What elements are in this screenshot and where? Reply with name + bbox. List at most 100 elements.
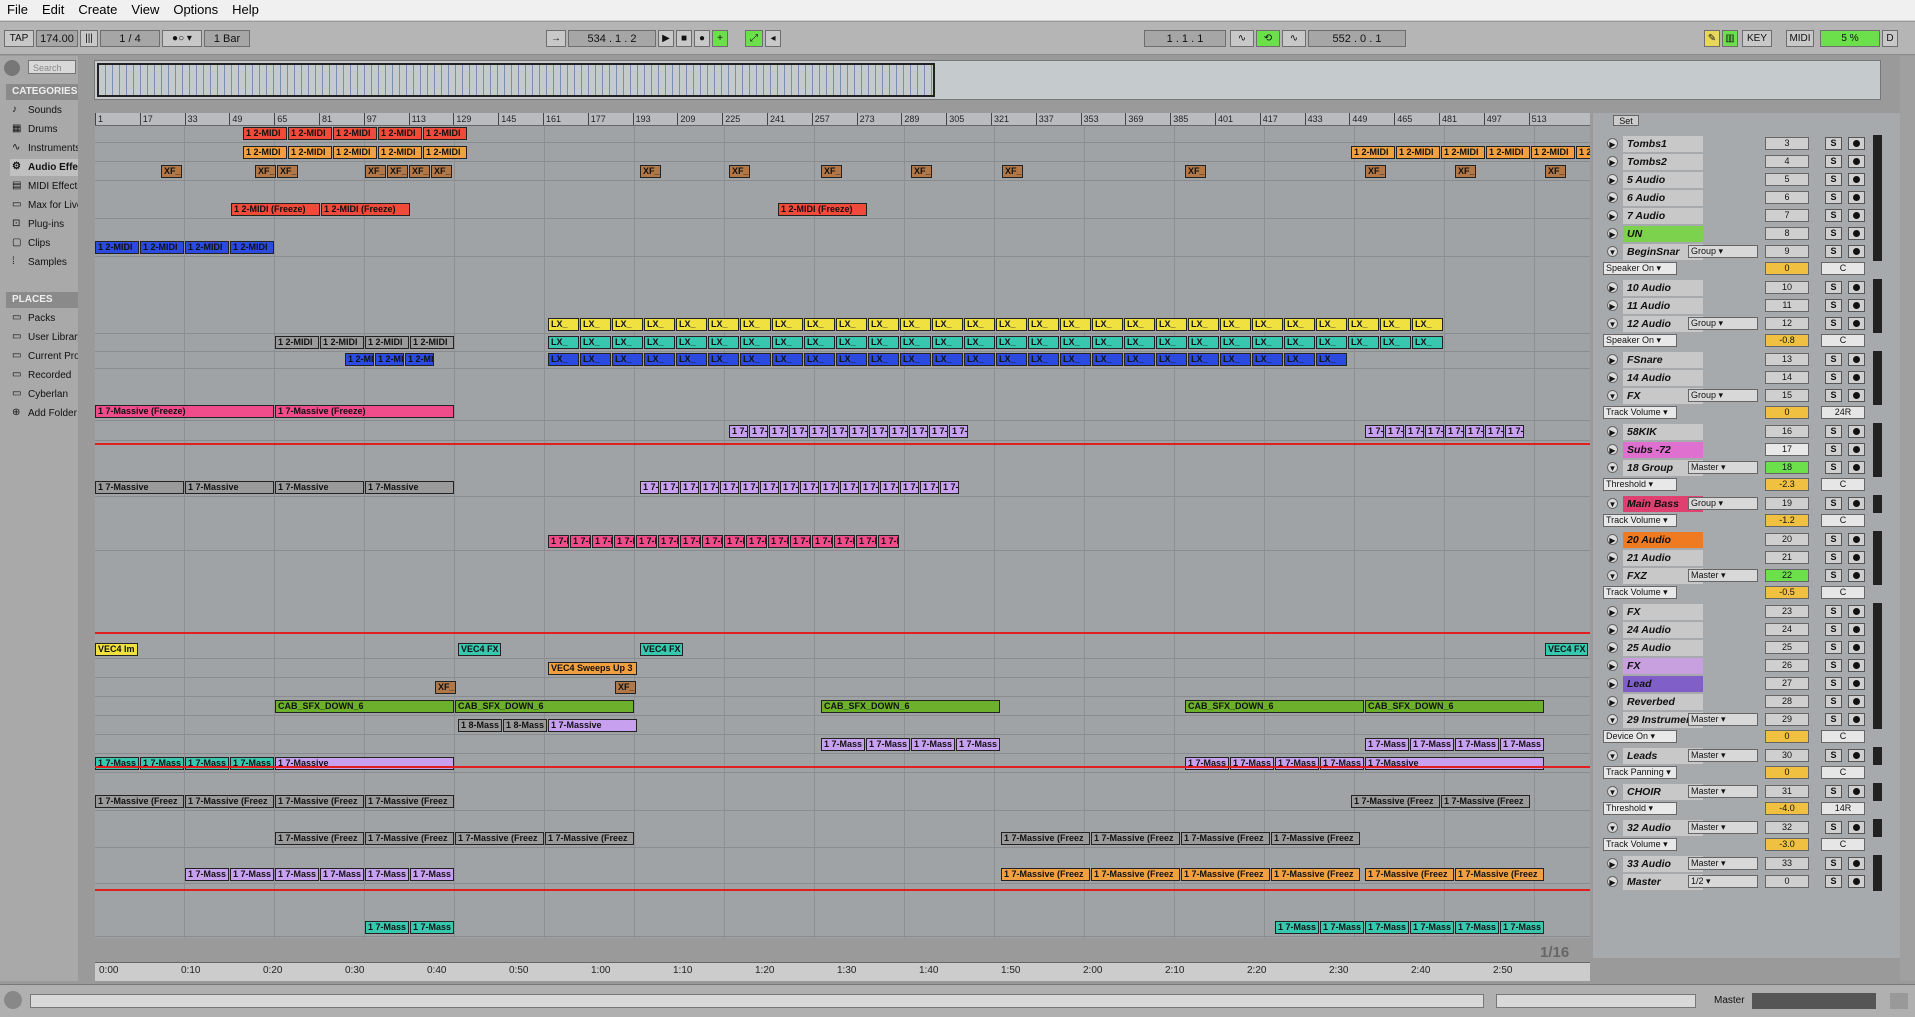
clip[interactable]: LX_: [1380, 336, 1411, 349]
clip[interactable]: LX_: [900, 318, 931, 331]
clip[interactable]: LX_: [1348, 336, 1379, 349]
arm-button[interactable]: [1848, 659, 1865, 672]
clip[interactable]: LX_: [644, 336, 675, 349]
clip[interactable]: LX_: [1156, 318, 1187, 331]
arm-button[interactable]: [1848, 389, 1865, 402]
track-activator-button[interactable]: 19: [1765, 497, 1809, 510]
track-volume-field[interactable]: 0: [1765, 406, 1809, 419]
clip[interactable]: LX_: [1060, 318, 1091, 331]
solo-button[interactable]: S: [1825, 641, 1842, 654]
output-routing-select[interactable]: Master ▾: [1688, 713, 1758, 726]
arm-button[interactable]: [1848, 245, 1865, 258]
clip[interactable]: LX_: [1188, 353, 1219, 366]
clip[interactable]: 1 7-Mass: [911, 738, 955, 751]
browser-item-drums[interactable]: ▦ Drums: [10, 121, 78, 138]
track-fold-icon[interactable]: ▶: [1607, 624, 1618, 635]
clip[interactable]: 1 2-MIDI: [405, 353, 434, 366]
clip[interactable]: 1 7-Mass: [1445, 425, 1464, 438]
arrangement-lane[interactable]: LX_ LX_ LX_ LX_ LX_ LX_ LX_ LX_ LX_ LX_ LX_ LX_ LX_ L…: [95, 316, 1590, 334]
solo-button[interactable]: S: [1825, 425, 1842, 438]
clip[interactable]: 1 7-Massive (Freez: [1271, 868, 1360, 881]
track-fold-icon[interactable]: ▶: [1607, 426, 1618, 437]
clip[interactable]: CAB_SFX_DOWN_6: [1365, 700, 1544, 713]
clip[interactable]: 1 7-Mass: [658, 535, 679, 548]
track-activator-button[interactable]: 12: [1765, 317, 1809, 330]
track-fold-icon[interactable]: ▶: [1607, 606, 1618, 617]
track-activator-button[interactable]: 27: [1765, 677, 1809, 690]
clip[interactable]: 1 7-Massive (Freez: [185, 795, 274, 808]
clip[interactable]: 1 2-MIDI: [423, 146, 467, 159]
play-button[interactable]: ▶: [658, 30, 674, 47]
output-routing-select[interactable]: Group ▾: [1688, 317, 1758, 330]
solo-button[interactable]: S: [1825, 245, 1842, 258]
clip[interactable]: LX_: [964, 336, 995, 349]
track-name[interactable]: Subs -72: [1623, 442, 1703, 458]
solo-button[interactable]: S: [1825, 371, 1842, 384]
browser-item-max-for-live[interactable]: ▭ Max for Live: [10, 197, 78, 214]
clip[interactable]: 1 7-Mass: [1275, 921, 1319, 934]
clip[interactable]: VEC4 FX: [1545, 643, 1588, 656]
browser-item-plugins[interactable]: ⊡ Plug-ins: [10, 216, 78, 233]
track-name[interactable]: 5 Audio: [1623, 172, 1703, 188]
automation-parameter-select[interactable]: Track Volume ▾: [1603, 514, 1677, 527]
clip[interactable]: 1 7-Massive: [1365, 757, 1544, 770]
track-activator-button[interactable]: 3: [1765, 137, 1809, 150]
track-activator-button[interactable]: 26: [1765, 659, 1809, 672]
arrangement-lane[interactable]: 1 7-Mass1 7-Mass1 7-Mass1 7-Mass1 7-Mass…: [95, 479, 1590, 497]
clip[interactable]: 1 7-Mass: [840, 481, 859, 494]
track-activator-button[interactable]: 23: [1765, 605, 1809, 618]
clip[interactable]: LX_: [804, 353, 835, 366]
key-map-button[interactable]: KEY: [1742, 30, 1772, 47]
clip[interactable]: XF_: [1365, 165, 1386, 178]
clip[interactable]: LX_: [1188, 318, 1219, 331]
track-fold-icon[interactable]: ▶: [1607, 858, 1618, 869]
arrangement-lane[interactable]: 1 7-Mass1 7-Mass1 7-Mass1 7-Mass1 7-Mass…: [95, 736, 1590, 754]
track-pan-field[interactable]: C: [1821, 586, 1865, 599]
follow-icon[interactable]: →: [546, 30, 566, 47]
arm-button[interactable]: [1848, 875, 1865, 888]
detail-view-toggle-icon[interactable]: [1890, 993, 1908, 1009]
track-header[interactable]: ▶ 24 Audio 24 S: [1593, 621, 1903, 639]
clip[interactable]: 1 7-Mass: [230, 757, 274, 770]
clip[interactable]: LX_: [1412, 318, 1443, 331]
track-header[interactable]: ▶ UN 8 S: [1593, 225, 1903, 243]
arrangement-lane[interactable]: XF_ XF_ XF_ XF_ XF_ XF_ XF_ XF_ XF_ XF_ XF_ XF_ XF_ X…: [95, 163, 1590, 181]
automation-parameter-select[interactable]: Device On ▾: [1603, 730, 1677, 743]
clip[interactable]: 1 7-Mass: [1455, 738, 1499, 751]
clip[interactable]: 1 2-MIDI: [410, 336, 454, 349]
track-fold-icon[interactable]: ▶: [1607, 372, 1618, 383]
clip[interactable]: LX_: [772, 336, 803, 349]
midi-map-button[interactable]: MIDI: [1786, 30, 1814, 47]
detail-scrollbar[interactable]: [1496, 994, 1696, 1008]
automation-parameter-select[interactable]: Track Volume ▾: [1603, 586, 1677, 599]
track-fold-icon[interactable]: ▼: [1607, 570, 1618, 581]
automation-parameter-select[interactable]: Speaker On ▾: [1603, 262, 1677, 275]
track-fold-icon[interactable]: ▼: [1607, 498, 1618, 509]
track-header[interactable]: ▶ 7 Audio 7 S: [1593, 207, 1903, 225]
clip[interactable]: LX_: [1252, 336, 1283, 349]
solo-button[interactable]: S: [1825, 443, 1842, 456]
browser-item-sounds[interactable]: ♪ Sounds: [10, 102, 78, 119]
solo-button[interactable]: S: [1825, 209, 1842, 222]
track-name[interactable]: UN: [1623, 226, 1703, 242]
clip[interactable]: CAB_SFX_DOWN_6: [1185, 700, 1364, 713]
track-header[interactable]: ▶ 14 Audio 14 S: [1593, 369, 1903, 387]
clip[interactable]: VEC4 FX: [458, 643, 501, 656]
clip[interactable]: 1 7-Mass: [275, 868, 319, 881]
track-header[interactable]: ▶ 58KIK 16 S: [1593, 423, 1903, 441]
track-header[interactable]: ▶ Tombs2 4 S: [1593, 153, 1903, 171]
clip[interactable]: 1 7-Mass: [365, 868, 409, 881]
track-activator-button[interactable]: 21: [1765, 551, 1809, 564]
solo-button[interactable]: S: [1825, 659, 1842, 672]
horizontal-scrollbar[interactable]: [30, 994, 1484, 1008]
track-fold-icon[interactable]: ▶: [1607, 642, 1618, 653]
clip[interactable]: LX_: [836, 336, 867, 349]
clip[interactable]: LX_: [772, 318, 803, 331]
clip[interactable]: 1 2-MIDI: [1576, 146, 1590, 159]
clip[interactable]: 1 7-Mass: [1455, 921, 1499, 934]
clip[interactable]: LX_: [932, 353, 963, 366]
output-routing-select[interactable]: Master ▾: [1688, 785, 1758, 798]
clip[interactable]: 1 7-Massive (Freez: [1181, 868, 1270, 881]
arrangement-lane[interactable]: CAB_SFX_DOWN_6 CAB_SFX_DOWN_6 CAB_SFX_DOWN…: [95, 698, 1590, 716]
clip[interactable]: 1 2-MIDI (Freeze): [321, 203, 410, 216]
